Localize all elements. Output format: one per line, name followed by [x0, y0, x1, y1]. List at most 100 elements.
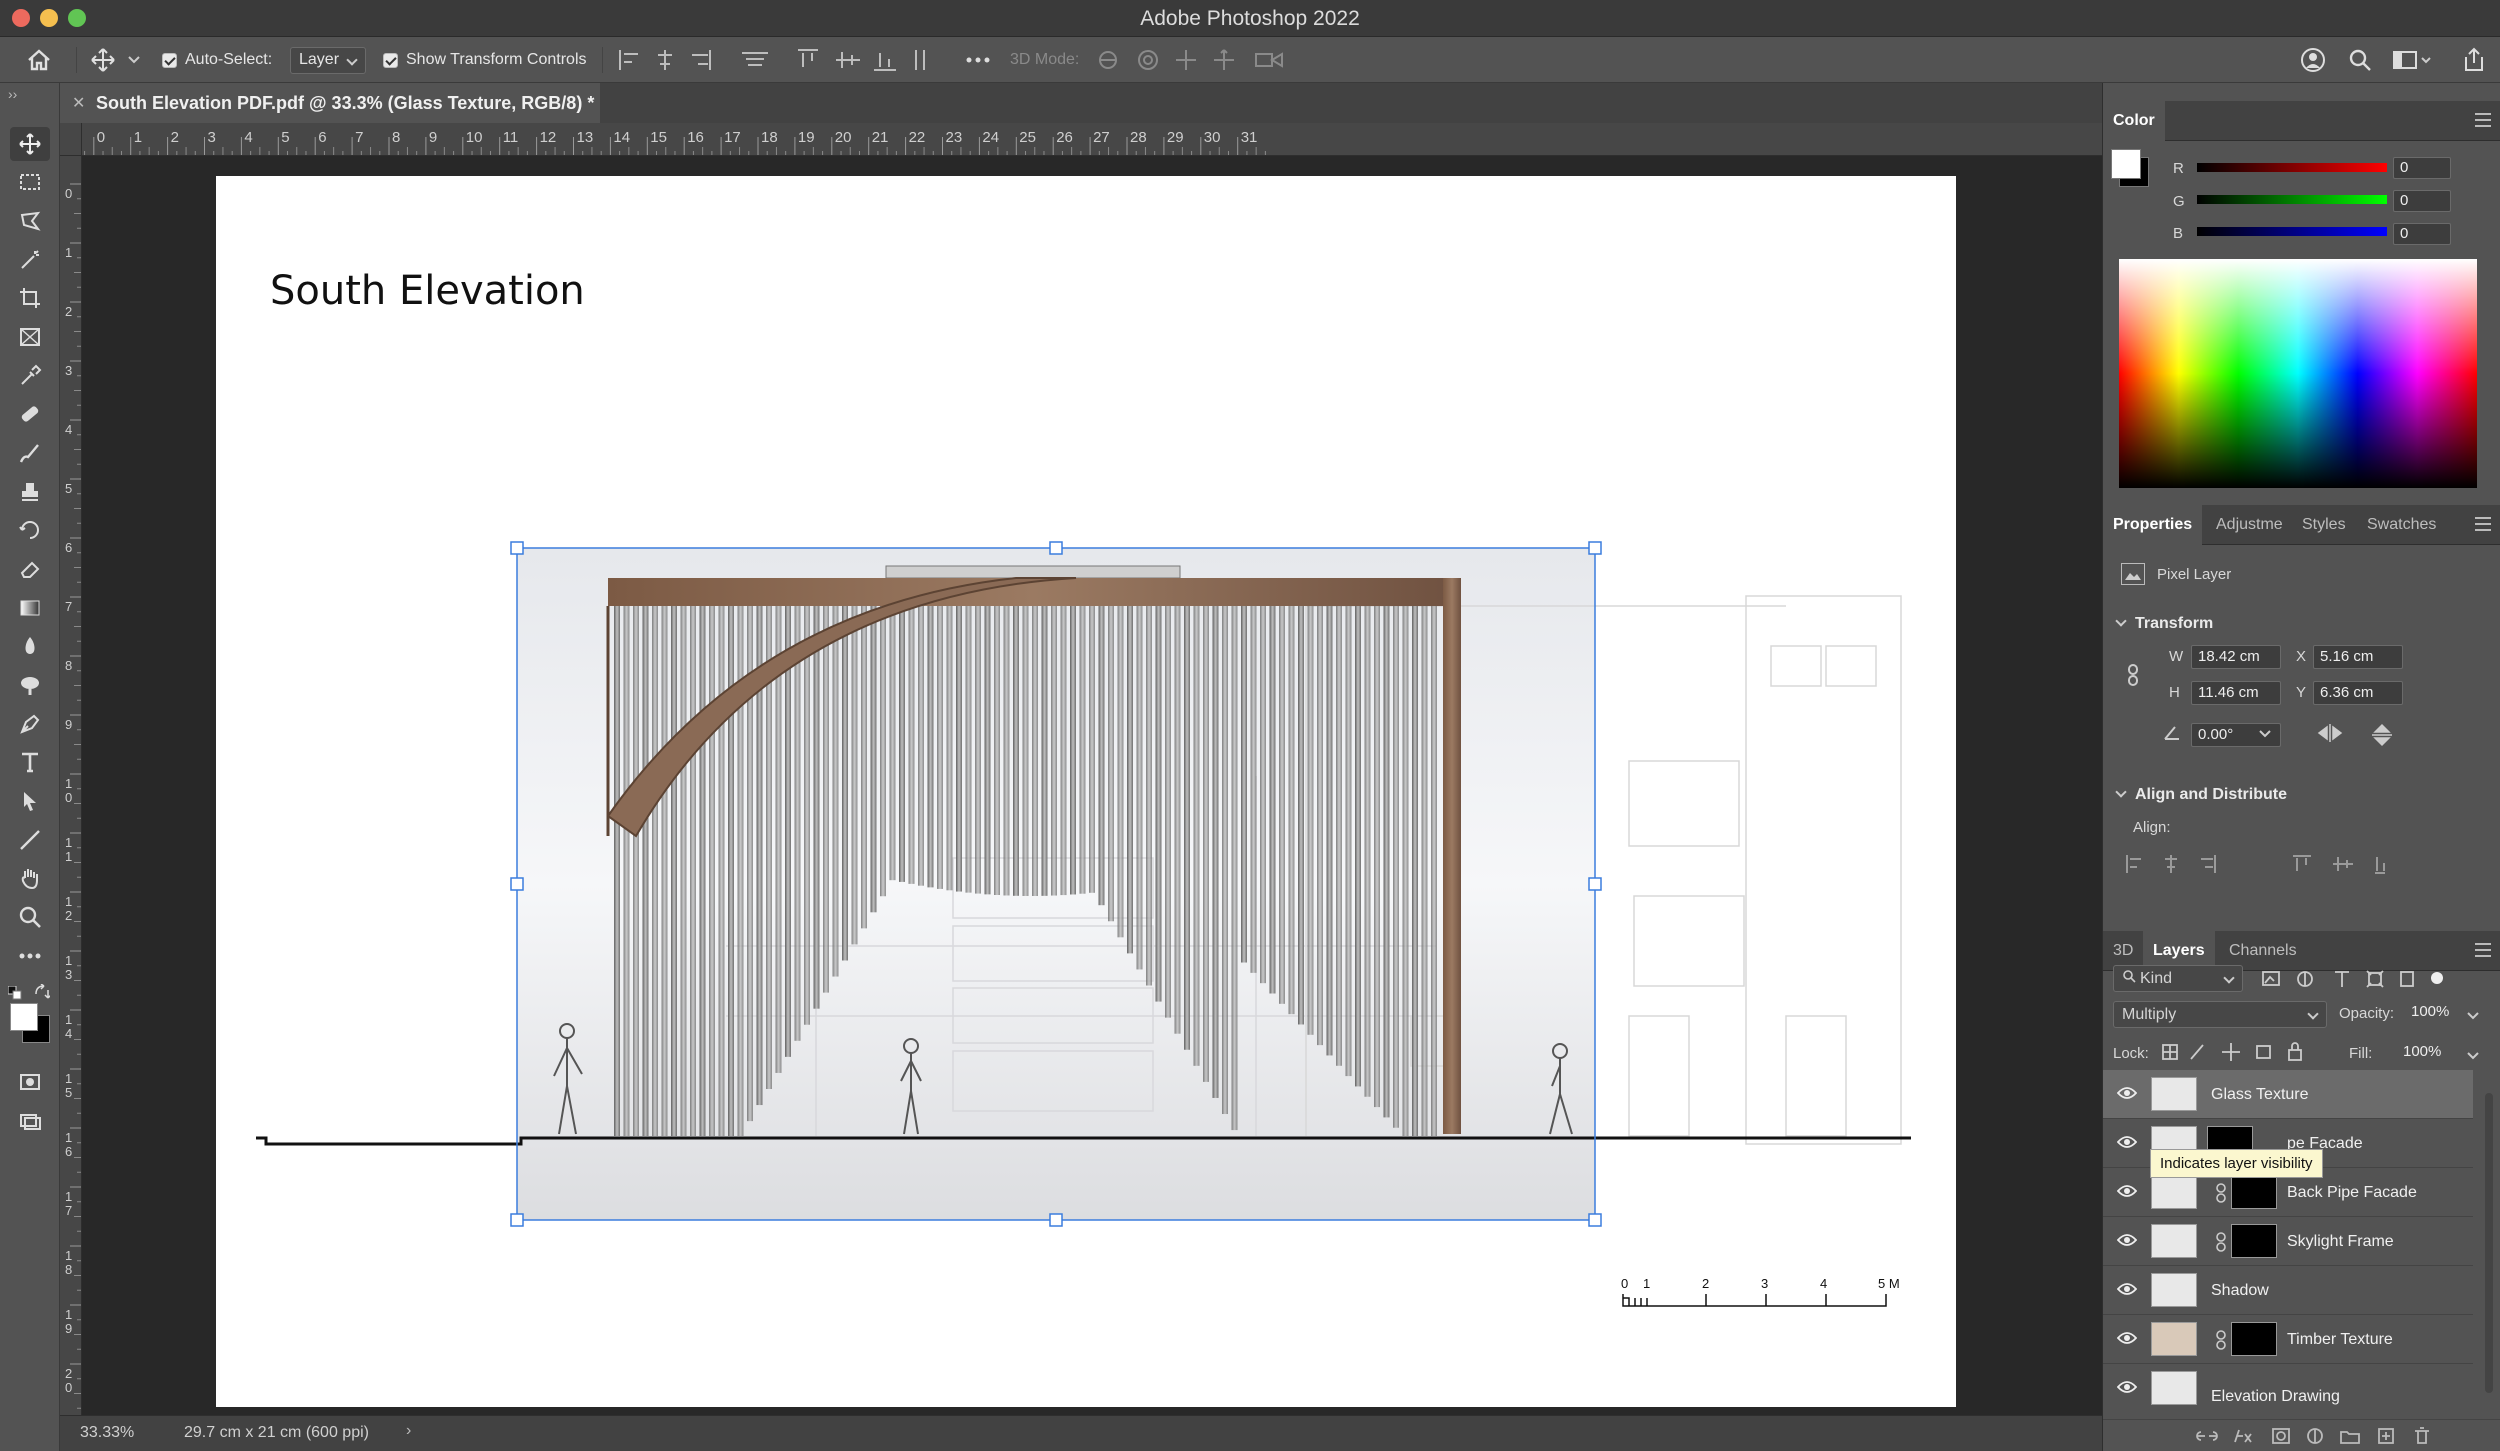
horizontal-ruler[interactable]: 2101234567891011121314151617181920212223… — [82, 123, 2102, 156]
eraser-tool-icon[interactable] — [10, 552, 50, 586]
more-tools-icon[interactable] — [10, 939, 50, 973]
chevron-down-icon[interactable] — [2467, 1008, 2479, 1026]
chevron-down-icon[interactable] — [128, 37, 140, 83]
brush-tool-icon[interactable] — [10, 436, 50, 470]
eyedropper-tool-icon[interactable] — [10, 359, 50, 393]
layer-row-shadow[interactable]: Shadow — [2103, 1266, 2473, 1315]
document-tab[interactable]: ✕ South Elevation PDF.pdf @ 33.3% (Glass… — [60, 83, 600, 123]
layer-row-skylight-frame[interactable]: Skylight Frame — [2103, 1217, 2473, 1266]
layers-scrollbar[interactable] — [2485, 1093, 2493, 1393]
blend-mode-dropdown[interactable]: Multiply — [2113, 1001, 2327, 1028]
tab-properties[interactable]: Properties — [2103, 505, 2203, 545]
r-slider[interactable] — [2197, 163, 2387, 172]
layer-filter-icons[interactable] — [2261, 968, 2461, 995]
line-tool-icon[interactable] — [10, 823, 50, 857]
tab-swatches[interactable]: Swatches — [2357, 505, 2446, 545]
color-fg-swatch[interactable] — [2111, 149, 2141, 179]
eye-icon[interactable] — [2117, 1086, 2137, 1100]
collapse-panel-icon[interactable]: ›› — [8, 86, 17, 102]
document-info[interactable]: 29.7 cm x 21 cm (600 ppi) — [184, 1424, 369, 1442]
layers-footer-icons[interactable] — [2195, 1424, 2455, 1448]
crop-tool-icon[interactable] — [10, 281, 50, 315]
panel-menu-icon[interactable] — [2475, 113, 2491, 127]
width-field[interactable]: 18.42 cm — [2191, 645, 2281, 669]
lock-icons[interactable] — [2161, 1041, 2321, 1068]
flip-vertical-icon[interactable] — [2371, 723, 2393, 752]
healing-brush-tool-icon[interactable] — [10, 397, 50, 431]
share-icon[interactable] — [2462, 37, 2486, 83]
y-field[interactable]: 6.36 cm — [2313, 681, 2403, 705]
layer-name[interactable]: Timber Texture — [2287, 1331, 2393, 1349]
zoom-level[interactable]: 33.33% — [80, 1424, 134, 1442]
marquee-tool-icon[interactable] — [10, 165, 50, 199]
tab-styles[interactable]: Styles — [2292, 505, 2356, 545]
layer-name[interactable]: Skylight Frame — [2287, 1233, 2394, 1251]
height-field[interactable]: 11.46 cm — [2191, 681, 2281, 705]
fill-field[interactable]: 100% — [2397, 1041, 2453, 1065]
layer-name[interactable]: Glass Texture — [2211, 1086, 2309, 1104]
lasso-tool-icon[interactable] — [10, 204, 50, 238]
magic-wand-tool-icon[interactable] — [10, 243, 50, 277]
close-tab-icon[interactable]: ✕ — [72, 93, 85, 113]
home-icon[interactable] — [26, 37, 52, 83]
eye-icon[interactable] — [2117, 1184, 2137, 1198]
eye-icon[interactable] — [2117, 1380, 2137, 1394]
gradient-tool-icon[interactable] — [10, 591, 50, 625]
vertical-ruler[interactable]: 0123456789101112131415161718192021 — [60, 156, 82, 1415]
tab-adjustments[interactable]: Adjustme — [2206, 505, 2293, 545]
r-value[interactable]: 0 — [2393, 157, 2451, 179]
workspace-icon[interactable] — [2392, 37, 2432, 83]
eye-icon[interactable] — [2117, 1331, 2137, 1345]
pen-tool-icon[interactable] — [10, 707, 50, 741]
swap-colors-icon[interactable] — [34, 983, 52, 1005]
link-dimensions-icon[interactable] — [2127, 663, 2139, 692]
layer-list[interactable]: Glass Texture pe Facade Back Pipe Facade… — [2103, 1070, 2483, 1410]
panel-menu-icon[interactable] — [2475, 517, 2491, 531]
b-slider[interactable] — [2197, 227, 2387, 236]
search-icon[interactable] — [2348, 37, 2372, 83]
x-field[interactable]: 5.16 cm — [2313, 645, 2403, 669]
canvas-area[interactable]: South Elevation 0 1 2 3 4 5 M — [82, 156, 2102, 1415]
move-tool-icon[interactable] — [90, 37, 116, 83]
cloud-user-icon[interactable] — [2300, 37, 2326, 83]
layer-name[interactable]: Elevation Drawing — [2211, 1388, 2340, 1406]
zoom-tool-icon[interactable] — [10, 900, 50, 934]
type-tool-icon[interactable] — [10, 745, 50, 779]
eye-icon[interactable] — [2117, 1282, 2137, 1296]
path-selection-tool-icon[interactable] — [10, 784, 50, 818]
layer-filter-dropdown[interactable]: Kind — [2113, 965, 2243, 992]
auto-select-dropdown[interactable]: Layer — [290, 46, 367, 74]
foreground-color-swatch[interactable] — [10, 1003, 38, 1031]
eye-icon[interactable] — [2117, 1135, 2137, 1149]
layer-row-timber-texture[interactable]: Timber Texture — [2103, 1315, 2473, 1364]
tab-color[interactable]: Color — [2103, 101, 2165, 141]
align-section-header[interactable]: Align and Distribute — [2115, 786, 2287, 804]
color-spectrum[interactable] — [2119, 259, 2477, 488]
layer-row-glass-texture[interactable]: Glass Texture — [2103, 1070, 2473, 1119]
stamp-tool-icon[interactable] — [10, 475, 50, 509]
auto-select-checkbox[interactable]: Auto-Select: — [162, 37, 272, 83]
panel-menu-icon[interactable] — [2475, 943, 2491, 957]
layer-name[interactable]: Shadow — [2211, 1282, 2269, 1300]
layer-row-elevation-drawing[interactable]: Elevation Drawing — [2103, 1364, 2473, 1410]
hand-tool-icon[interactable] — [10, 861, 50, 895]
blur-tool-icon[interactable] — [10, 629, 50, 663]
dodge-tool-icon[interactable] — [10, 668, 50, 702]
more-options-icon[interactable] — [966, 37, 990, 83]
g-slider[interactable] — [2197, 195, 2387, 204]
chevron-down-icon[interactable] — [2259, 726, 2271, 744]
layer-name[interactable]: Back Pipe Facade — [2287, 1184, 2417, 1202]
screen-mode-icon[interactable] — [10, 1104, 50, 1138]
history-brush-tool-icon[interactable] — [10, 513, 50, 547]
g-value[interactable]: 0 — [2393, 190, 2451, 212]
default-colors-icon[interactable] — [7, 985, 22, 1000]
b-value[interactable]: 0 — [2393, 223, 2451, 245]
show-transform-checkbox[interactable]: Show Transform Controls — [383, 37, 587, 83]
quick-mask-icon[interactable] — [10, 1065, 50, 1099]
transform-section-header[interactable]: Transform — [2115, 615, 2213, 633]
align-icons[interactable] — [2125, 853, 2387, 880]
opacity-field[interactable]: 100% — [2405, 1001, 2461, 1025]
eye-icon[interactable] — [2117, 1233, 2137, 1247]
move-tool-icon[interactable] — [10, 127, 50, 161]
frame-tool-icon[interactable] — [10, 320, 50, 354]
